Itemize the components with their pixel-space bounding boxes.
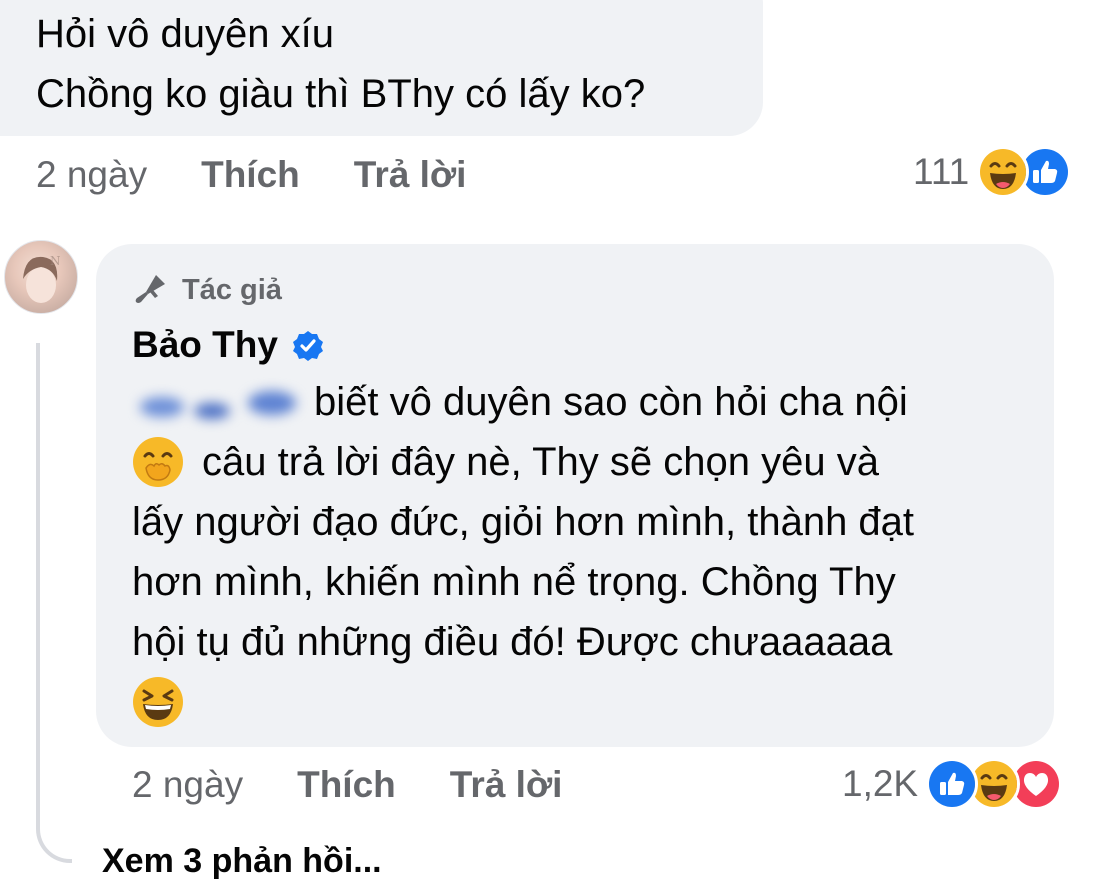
reply-bubble: Tác giả Bảo Thy biết vô duyên sao còn hỏ…	[96, 244, 1054, 747]
comment-reactions[interactable]: 111	[913, 146, 1072, 198]
see-replies-link[interactable]: Xem 3 phản hồi...	[102, 842, 382, 881]
comment-line-2: Chồng ko giàu thì BThy có lấy ko?	[36, 72, 646, 116]
comment-actions: 2 ngày Thích Trả lời	[36, 152, 466, 198]
comment-bubble: Hỏi vô duyên xíu Chồng ko giàu thì BThy …	[0, 0, 763, 136]
haha-icon	[977, 146, 1030, 198]
reply-line-2: câu trả lời đây nè, Thy sẽ chọn yêu và	[132, 432, 1032, 492]
reply-line-5: hội tụ đủ những điều đó! Được chưaaaaaa	[132, 620, 893, 664]
author-badge-label: Tác giả	[182, 273, 282, 306]
like-icon	[926, 758, 979, 810]
reply-line-1-text: biết vô duyên sao còn hỏi cha nội	[314, 380, 908, 424]
author-avatar[interactable]: N	[4, 240, 78, 314]
like-button[interactable]: Thích	[201, 154, 300, 196]
verified-badge-icon	[292, 329, 324, 361]
reply-reactions[interactable]: 1,2K	[842, 758, 1063, 810]
reply-line-4: hơn mình, khiến mình nể trọng. Chồng Thy	[132, 560, 896, 604]
reply-line-1: biết vô duyên sao còn hỏi cha nội	[132, 372, 1032, 432]
reaction-count: 1,2K	[842, 763, 919, 804]
hand-over-mouth-emoji-icon	[132, 436, 184, 488]
reply-button[interactable]: Trả lời	[354, 154, 467, 196]
reply-actions: 2 ngày Thích Trả lời	[132, 762, 562, 808]
reply-text: biết vô duyên sao còn hỏi cha nội câu tr…	[132, 372, 1032, 732]
reaction-count: 111	[913, 151, 970, 192]
comment-timestamp: 2 ngày	[36, 154, 148, 195]
reply-timestamp: 2 ngày	[132, 764, 244, 805]
blurred-mention	[132, 382, 302, 422]
author-name[interactable]: Bảo Thy	[132, 324, 324, 366]
laughing-squint-emoji-icon	[132, 676, 184, 728]
comment-text: Hỏi vô duyên xíu Chồng ko giàu thì BThy …	[36, 4, 645, 124]
reply-button[interactable]: Trả lời	[450, 764, 563, 806]
author-badge: Tác giả	[132, 272, 282, 308]
author-name-text: Bảo Thy	[132, 324, 278, 365]
svg-text:N: N	[50, 254, 61, 268]
reply-line-3: lấy người đạo đức, giỏi hơn mình, thành …	[132, 500, 915, 544]
reply-line-2-text: câu trả lời đây nè, Thy sẽ chọn yêu và	[202, 440, 879, 484]
reply-line-6	[132, 672, 1032, 732]
comment-line-1: Hỏi vô duyên xíu	[36, 12, 334, 56]
megaphone-icon	[132, 272, 168, 308]
thread-connector-line	[36, 343, 72, 863]
like-button[interactable]: Thích	[297, 764, 396, 806]
